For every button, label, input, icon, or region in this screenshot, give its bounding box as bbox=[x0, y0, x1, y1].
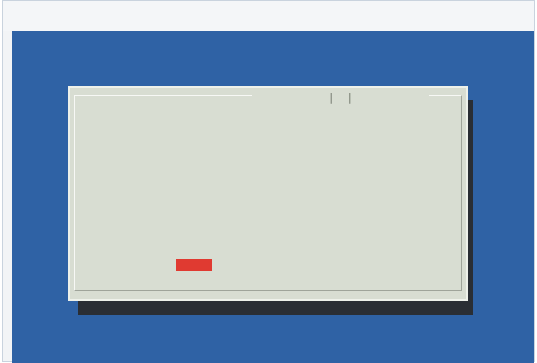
title-left-bracket: | bbox=[327, 91, 335, 104]
yes-button[interactable] bbox=[176, 259, 212, 271]
confirmation-dialog: | | bbox=[68, 86, 468, 301]
dialog-title-bar: | | bbox=[252, 91, 429, 105]
title-right-bracket: | bbox=[346, 91, 354, 104]
terminal-title-bar bbox=[3, 1, 534, 31]
dialog-border bbox=[74, 95, 462, 291]
no-button[interactable] bbox=[330, 259, 354, 271]
